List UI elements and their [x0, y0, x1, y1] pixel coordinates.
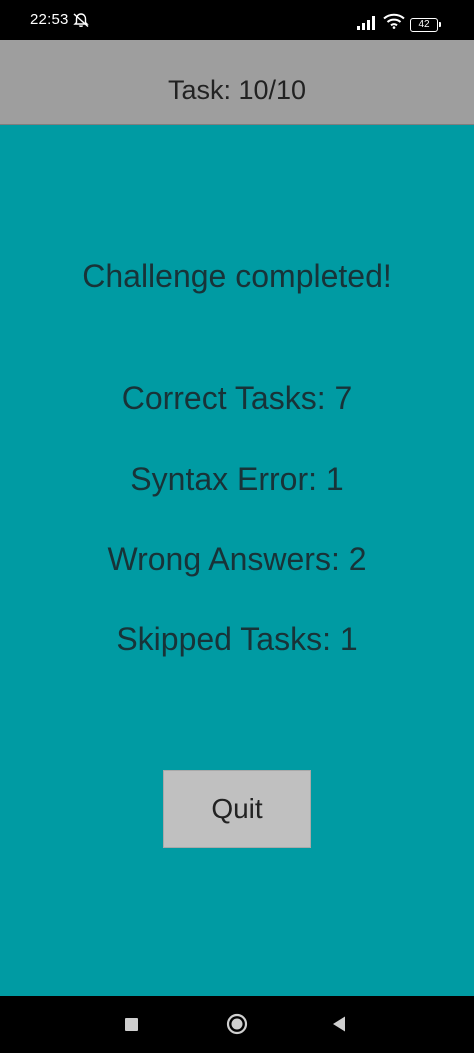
recents-square-icon[interactable]	[125, 1018, 138, 1031]
app-screen: 22:53 42 Task: 10/10 Challenge completed…	[0, 0, 474, 1053]
header-bar: Task: 10/10	[0, 40, 474, 125]
stat-syntax-error: Syntax Error: 1	[130, 461, 344, 497]
page-title: Task: 10/10	[167, 75, 307, 105]
navigation-bar	[0, 996, 474, 1053]
status-bar: 22:53 42	[0, 0, 474, 40]
back-triangle-icon[interactable]	[331, 1015, 347, 1033]
stat-skipped-tasks: Skipped Tasks: 1	[116, 621, 358, 657]
stat-wrong-answers: Wrong Answers: 2	[107, 541, 367, 577]
home-circle-icon[interactable]	[226, 1013, 248, 1035]
signal-icon	[357, 16, 375, 30]
quit-button[interactable]: Quit	[163, 770, 311, 848]
status-time: 22:53	[30, 11, 69, 28]
challenge-completed-title: Challenge completed!	[82, 258, 392, 294]
battery-icon: 42	[410, 18, 441, 32]
battery-level: 42	[418, 19, 430, 30]
wifi-icon	[383, 13, 405, 29]
mute-icon	[73, 13, 89, 28]
stat-correct-tasks: Correct Tasks: 7	[121, 380, 353, 416]
